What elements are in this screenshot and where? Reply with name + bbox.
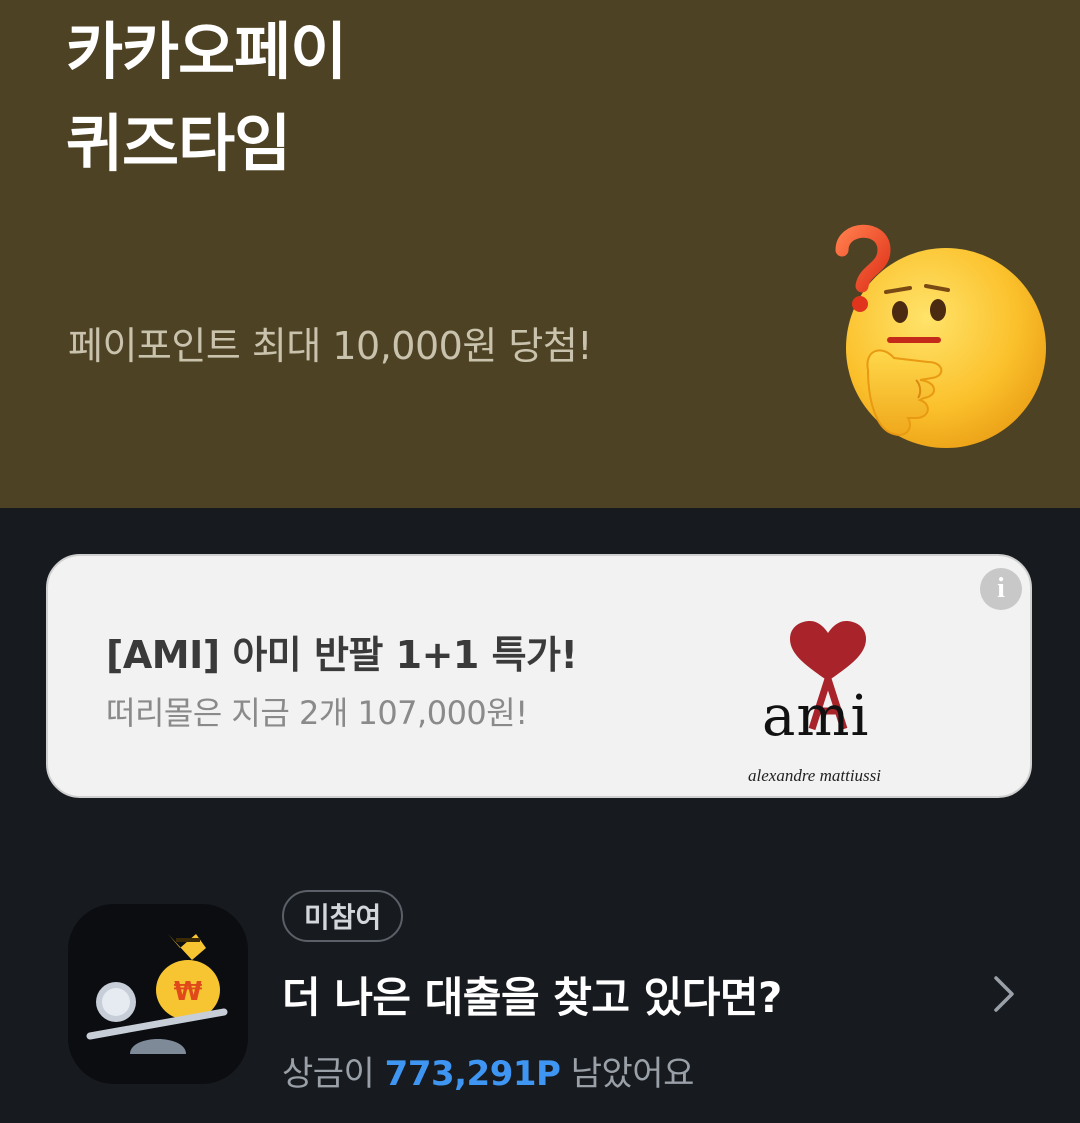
ad-title: [AMI] 아미 반팔 1+1 특가! [106, 633, 578, 677]
quiz-title: 더 나은 대출을 찾고 있다면? [282, 973, 782, 1022]
prize-suffix: 남았어요 [570, 1054, 695, 1094]
quiz-hero-banner[interactable]: 카카오페이 퀴즈타임 페이포인트 최대 10,000원 당첨! [0, 0, 1080, 508]
thinking-face-icon [835, 224, 1046, 448]
participation-status-badge: 미참여 [282, 890, 404, 942]
loan-scale-moneybag-icon: ₩ [68, 904, 248, 1084]
quiz-list-item[interactable]: ₩ 미참여 더 나은 대출을 찾고 있다면? 상금이 773,291P 남았어요 [0, 880, 1080, 1110]
hero-title: 카카오페이 퀴즈타임 [66, 6, 347, 190]
ad-banner-card[interactable]: [AMI] 아미 반팔 1+1 특가! 떠리몰은 지금 2개 107,000원!… [46, 554, 1032, 798]
ami-logo-word: ami [762, 684, 870, 749]
info-icon[interactable]: i [980, 568, 1022, 610]
prize-prefix: 상금이 [282, 1054, 375, 1094]
hero-subtitle: 페이포인트 최대 10,000원 당첨! [68, 324, 593, 368]
ad-description: 떠리몰은 지금 2개 107,000원! [106, 694, 528, 732]
hero-title-line2: 퀴즈타임 [66, 107, 291, 180]
quiz-prize-text: 상금이 773,291P 남았어요 [282, 1046, 694, 1095]
ami-logo-subtext: alexandre mattiussi [748, 766, 881, 785]
chevron-right-icon[interactable] [984, 974, 1024, 1014]
ami-heart-logo [790, 621, 866, 731]
svg-text:₩: ₩ [174, 977, 203, 1007]
prize-amount: 773,291P [384, 1054, 561, 1094]
hero-title-line1: 카카오페이 [66, 15, 347, 88]
